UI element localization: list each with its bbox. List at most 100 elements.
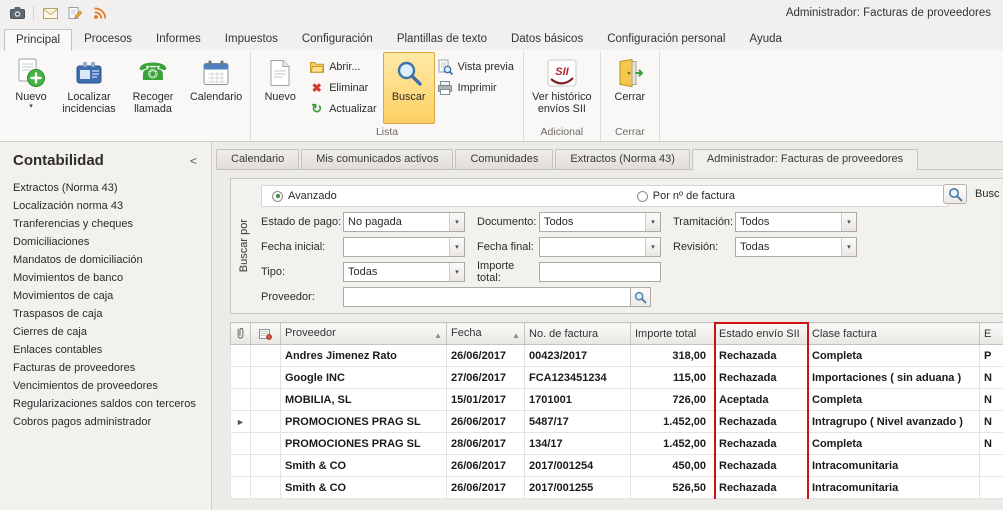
cell-row-indicator xyxy=(231,345,251,367)
mail-icon[interactable] xyxy=(41,4,59,22)
table-row[interactable]: ► PROMOCIONES PRAG SL 26/06/2017 5487/17… xyxy=(231,411,1003,433)
sidebar-item-localizacion-norma-43[interactable]: Localización norma 43 xyxy=(0,197,211,215)
table-row[interactable]: MOBILIA, SL 15/01/2017 1701001 726,00 Ac… xyxy=(231,389,1003,411)
sii-logo-icon: SII xyxy=(547,57,577,89)
proveedor-input[interactable] xyxy=(343,287,631,307)
cell-factura: FCA123451234 xyxy=(525,367,631,389)
calendario-button[interactable]: Calendario xyxy=(185,52,247,124)
proveedor-lookup-button[interactable] xyxy=(631,287,651,307)
sidebar-item-facturas-de-proveedores[interactable]: Facturas de proveedores xyxy=(0,359,211,377)
buscar-button[interactable]: Buscar xyxy=(383,52,435,124)
localizar-incidencias-button[interactable]: Localizar incidencias xyxy=(57,52,121,124)
sidebar-item-cierres-de-caja[interactable]: Cierres de caja xyxy=(0,323,211,341)
eliminar-label: Eliminar xyxy=(329,82,368,94)
cell-importe: 726,00 xyxy=(631,389,715,411)
notes-pencil-icon[interactable] xyxy=(66,4,84,22)
chevron-down-icon[interactable]: ▾ xyxy=(645,213,660,231)
chevron-down-icon[interactable]: ▾ xyxy=(449,263,464,281)
cell-clase: Intragrupo ( Nivel avanzado ) xyxy=(808,411,980,433)
sidebar-item-cobros-pagos-administrador[interactable]: Cobros pagos administrador xyxy=(0,413,211,431)
vista-previa-label: Vista previa xyxy=(458,61,514,73)
actualizar-button[interactable]: ↻ Actualizar xyxy=(306,98,382,119)
chevron-down-icon[interactable]: ▾ xyxy=(841,238,856,256)
tab-extractos-norma-43[interactable]: Extractos (Norma 43) xyxy=(555,149,690,169)
cerrar-button[interactable]: Cerrar xyxy=(604,52,656,124)
column-header-status-icon[interactable] xyxy=(251,323,281,345)
cell-proveedor: Google INC xyxy=(281,367,447,389)
radio-por-numero-factura[interactable]: Por nº de factura xyxy=(637,190,735,202)
ribbon-tab-bar: Principal Procesos Informes Impuestos Co… xyxy=(0,26,1003,50)
menu-tab-configuracion-personal[interactable]: Configuración personal xyxy=(595,28,737,50)
table-row[interactable]: PROMOCIONES PRAG SL 28/06/2017 134/17 1.… xyxy=(231,433,1003,455)
vista-previa-button[interactable]: Vista previa xyxy=(435,56,520,77)
abrir-button[interactable]: Abrir... xyxy=(306,56,382,77)
radio-avanzado[interactable]: Avanzado xyxy=(272,190,337,202)
column-header-indicator[interactable] xyxy=(231,323,251,345)
table-row[interactable]: Smith & CO 26/06/2017 2017/001255 526,50… xyxy=(231,477,1003,499)
fecha-final-select[interactable]: ▾ xyxy=(539,237,661,257)
documento-select[interactable]: Todos ▾ xyxy=(539,212,661,232)
column-header-clase-factura[interactable]: Clase factura xyxy=(808,323,980,345)
cell-estado-pago: N xyxy=(980,411,1003,433)
panel-buscar-button[interactable]: Busc xyxy=(943,184,999,204)
column-header-proveedor[interactable]: Proveedor ▲ xyxy=(281,323,447,345)
tab-administrador-facturas-de-proveedores[interactable]: Administrador: Facturas de proveedores xyxy=(692,149,918,170)
chevron-down-icon[interactable]: ▾ xyxy=(449,238,464,256)
sidebar-item-traspasos-de-caja[interactable]: Traspasos de caja xyxy=(0,305,211,323)
fecha-inicial-select[interactable]: ▾ xyxy=(343,237,465,257)
menu-tab-informes[interactable]: Informes xyxy=(144,28,213,50)
fecha-inicial-value xyxy=(344,238,449,256)
chevron-down-icon[interactable]: ▾ xyxy=(645,238,660,256)
ver-historico-sii-button[interactable]: SII Ver histórico envíos SII xyxy=(527,52,597,124)
menu-tab-impuestos[interactable]: Impuestos xyxy=(213,28,290,50)
tab-calendario[interactable]: Calendario xyxy=(216,149,299,169)
cell-row-indicator xyxy=(231,389,251,411)
sidebar-item-movimientos-de-caja[interactable]: Movimientos de caja xyxy=(0,287,211,305)
column-header-no-de-factura[interactable]: No. de factura xyxy=(525,323,631,345)
sidebar-item-enlaces-contables[interactable]: Enlaces contables xyxy=(0,341,211,359)
eliminar-button[interactable]: ✖ Eliminar xyxy=(306,77,382,98)
cell-proveedor: Smith & CO xyxy=(281,477,447,499)
tramitacion-select[interactable]: Todos ▾ xyxy=(735,212,857,232)
column-header-fecha[interactable]: Fecha ▲ xyxy=(447,323,525,345)
abrir-label: Abrir... xyxy=(329,61,360,73)
table-row[interactable]: Smith & CO 26/06/2017 2017/001254 450,00… xyxy=(231,455,1003,477)
menu-tab-plantillas-de-texto[interactable]: Plantillas de texto xyxy=(385,28,499,50)
chevron-down-icon[interactable]: ▾ xyxy=(841,213,856,231)
cell-clase: Completa xyxy=(808,345,980,367)
tipo-select[interactable]: Todas ▾ xyxy=(343,262,465,282)
tab-mis-comunicados-activos[interactable]: Mis comunicados activos xyxy=(301,149,453,169)
menu-tab-configuracion[interactable]: Configuración xyxy=(290,28,385,50)
chevron-down-icon[interactable]: ▾ xyxy=(449,213,464,231)
cell-factura: 00423/2017 xyxy=(525,345,631,367)
importe-total-input[interactable] xyxy=(539,262,661,282)
recoger-llamada-button[interactable]: ☎ Recoger llamada xyxy=(121,52,185,124)
menu-tab-datos-basicos[interactable]: Datos básicos xyxy=(499,28,595,50)
tab-comunidades[interactable]: Comunidades xyxy=(455,149,553,169)
column-header-estado-de-pago[interactable]: E xyxy=(980,323,1003,345)
sidebar-item-tranferencias-y-cheques[interactable]: Tranferencias y cheques xyxy=(0,215,211,233)
cell-attachment xyxy=(251,477,281,499)
sidebar-item-vencimientos-de-proveedores[interactable]: Vencimientos de proveedores xyxy=(0,377,211,395)
menu-tab-ayuda[interactable]: Ayuda xyxy=(737,28,793,50)
sidebar-collapse-icon[interactable]: < xyxy=(190,154,197,168)
column-header-importe-total[interactable]: Importe total xyxy=(631,323,715,345)
nuevo-lista-button[interactable]: Nuevo xyxy=(254,52,306,124)
column-header-estado-envio-sii[interactable]: Estado envío SII xyxy=(715,323,808,345)
broadcast-icon[interactable] xyxy=(91,4,109,22)
imprimir-button[interactable]: Imprimir xyxy=(435,77,520,98)
estado-de-pago-select[interactable]: No pagada ▾ xyxy=(343,212,465,232)
table-row[interactable]: Andres Jimenez Rato 26/06/2017 00423/201… xyxy=(231,345,1003,367)
importe-total-label: Importe total: xyxy=(477,260,539,284)
sidebar-item-mandatos-de-domiciliacion[interactable]: Mandatos de domiciliación xyxy=(0,251,211,269)
sidebar-item-movimientos-de-banco[interactable]: Movimientos de banco xyxy=(0,269,211,287)
sidebar-item-extractos-norma-43[interactable]: Extractos (Norma 43) xyxy=(0,179,211,197)
menu-tab-procesos[interactable]: Procesos xyxy=(72,28,144,50)
sidebar-item-regularizaciones-saldos[interactable]: Regularizaciones saldos con terceros xyxy=(0,395,211,413)
menu-tab-principal[interactable]: Principal xyxy=(4,29,72,51)
revision-select[interactable]: Todas ▾ xyxy=(735,237,857,257)
table-row[interactable]: Google INC 27/06/2017 FCA123451234 115,0… xyxy=(231,367,1003,389)
sidebar-item-domiciliaciones[interactable]: Domiciliaciones xyxy=(0,233,211,251)
camera-icon[interactable] xyxy=(8,4,26,22)
nuevo-main-button[interactable]: Nuevo ▾ xyxy=(5,52,57,124)
